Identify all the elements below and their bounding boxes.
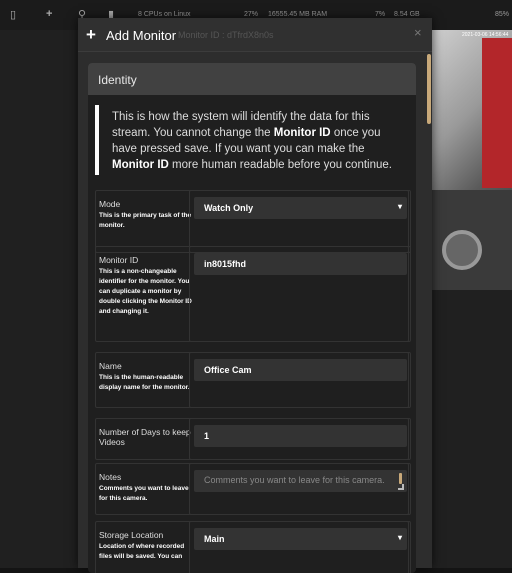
ram-percent: 7% <box>375 11 386 18</box>
mode-select[interactable]: Watch Only <box>194 197 407 219</box>
add-icon[interactable]: + <box>46 8 52 20</box>
monitor-id-caption: Monitor ID : dTfrdX8n0s <box>178 30 274 40</box>
section-title: Identity <box>88 63 416 95</box>
cpu-label: 8 CPUs on Linux <box>138 11 191 18</box>
camera-scene-fan <box>442 230 482 270</box>
storage-label: Storage Location Location of where recor… <box>99 530 193 562</box>
monitor-id-row: Monitor ID This is a non-changeable iden… <box>95 246 411 342</box>
ram-label: 16555.45 MB RAM <box>268 11 328 18</box>
close-icon[interactable]: × <box>414 25 422 40</box>
storage-row: Storage Location Location of where recor… <box>95 521 411 573</box>
add-monitor-modal: + Add Monitor Monitor ID : dTfrdX8n0s × … <box>78 18 432 573</box>
storage-select[interactable]: Main <box>194 528 407 550</box>
mode-row: Mode This is the primary task of the mon… <box>95 190 411 253</box>
modal-scrollbar[interactable] <box>427 54 431 124</box>
identity-section: Identity This is how the system will ide… <box>88 63 416 573</box>
mode-label: Mode This is the primary task of the mon… <box>99 199 192 229</box>
name-row: Name This is the human-readable display … <box>95 352 411 408</box>
plus-icon: + <box>86 25 96 44</box>
camera-scene-wall <box>482 38 512 188</box>
storage-description: Location of where recorded files will be… <box>99 543 185 560</box>
cpu-percent: 27% <box>244 11 259 18</box>
monitor-id-label: Monitor ID This is a non-changeable iden… <box>99 255 192 315</box>
identity-info-note: This is how the system will identify the… <box>95 105 405 175</box>
sidebar-toggle-icon[interactable]: ▯ <box>10 8 16 21</box>
days-label: Number of Days to keep Videos <box>99 427 191 447</box>
disk-label: 8.54 GB <box>394 11 420 18</box>
days-input[interactable]: 1 <box>194 425 407 447</box>
mode-description: This is the primary task of the monitor. <box>99 212 192 229</box>
camera-timestamp: 2021-03-06 14:56:44 <box>462 32 509 38</box>
modal-header: + Add Monitor Monitor ID : dTfrdX8n0s × <box>78 18 432 52</box>
monitor-id-description: This is a non-changeable identifier for … <box>99 268 192 315</box>
notes-scrollbar[interactable] <box>399 473 402 484</box>
notes-description: Comments you want to leave for this came… <box>99 485 189 502</box>
notes-label: Notes Comments you want to leave for thi… <box>99 472 193 504</box>
modal-title: Add Monitor <box>106 28 177 43</box>
camera-stream[interactable]: 2021-03-06 14:56:44 <box>432 30 512 290</box>
monitor-id-input[interactable]: in8015fhd <box>194 253 407 275</box>
notes-placeholder: Comments you want to leave for this came… <box>204 475 385 485</box>
notes-row: Notes Comments you want to leave for thi… <box>95 463 411 515</box>
name-description: This is the human-readable display name … <box>99 374 190 391</box>
resize-handle-icon[interactable] <box>398 484 404 490</box>
days-row: Number of Days to keep Videos 1 <box>95 418 411 460</box>
notes-textarea[interactable]: Comments you want to leave for this came… <box>194 470 407 492</box>
disk-percent: 85% <box>495 11 510 18</box>
name-label: Name This is the human-readable display … <box>99 361 193 393</box>
name-input[interactable]: Office Cam <box>194 359 407 381</box>
